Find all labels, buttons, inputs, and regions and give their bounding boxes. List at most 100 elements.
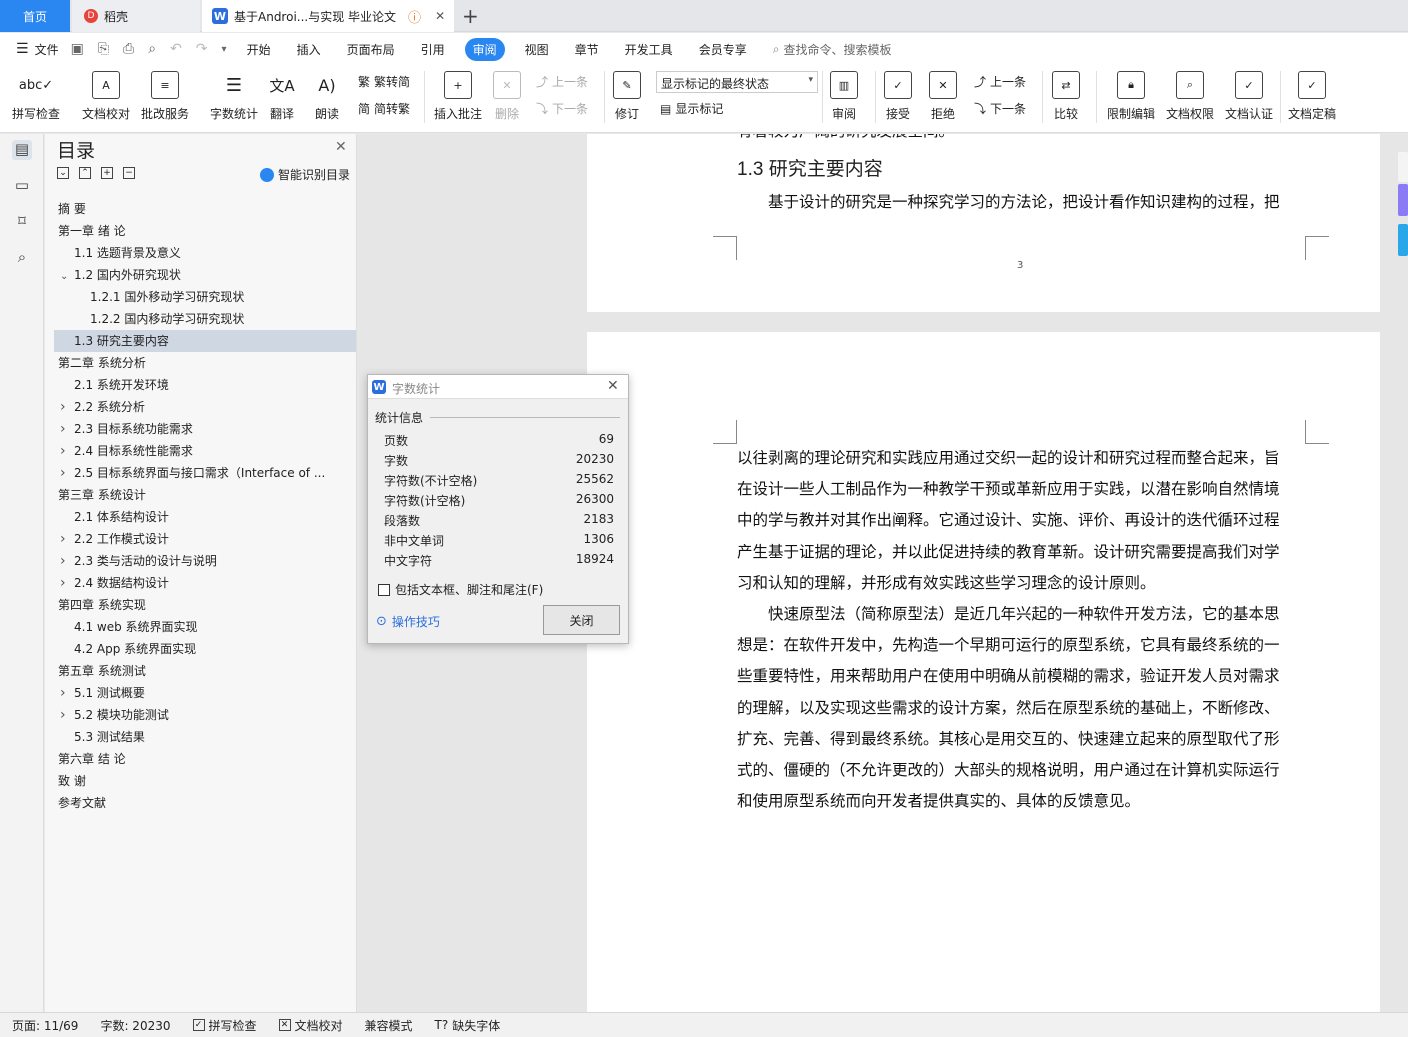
toc-item[interactable]: 1.1 选题背景及意义 <box>54 242 356 264</box>
review-pane-button[interactable]: ▥ 审阅 <box>830 71 858 122</box>
output-icon[interactable]: ⎘ <box>98 41 109 57</box>
toc-item[interactable]: 5.3 测试结果 <box>54 726 356 748</box>
read-aloud-button[interactable]: A) 朗读 <box>313 71 341 122</box>
toc-item[interactable]: 1.2.2 国内移动学习研究现状 <box>54 308 356 330</box>
toc-item[interactable]: › 2.3 目标系统功能需求 <box>54 418 356 440</box>
find-icon[interactable]: ⌕ <box>12 248 32 268</box>
paragraph-line[interactable]: 些重要特性，用来帮助用户在使用中明确从前模糊的需求，验证开发人员对需求 <box>737 661 1280 692</box>
doc-cert-button[interactable]: ✓ 文档认证 <box>1225 71 1273 122</box>
menu-member[interactable]: 会员专享 <box>699 41 747 58</box>
menu-view[interactable]: 视图 <box>525 41 549 58</box>
page-indicator[interactable]: 页面: 11/69 <box>12 1017 78 1034</box>
menu-dev-tools[interactable]: 开发工具 <box>625 41 673 58</box>
navigation-icon[interactable]: ▭ <box>12 176 32 196</box>
toc-item[interactable]: › 2.4 数据结构设计 <box>54 572 356 594</box>
next-change-button[interactable]: ⤵ 下一条 <box>974 100 1026 117</box>
chevron-down-icon[interactable]: ⌄ <box>60 266 74 286</box>
markup-mode-select[interactable]: 显示标记的最终状态 ▾ <box>656 71 818 93</box>
toc-item[interactable]: › 2.3 类与活动的设计与说明 <box>54 550 356 572</box>
reject-button[interactable]: ✕ 拒绝 <box>929 71 957 122</box>
review-service-button[interactable]: ≡ 批改服务 <box>141 71 189 122</box>
prev-change-button[interactable]: ⤴ 上一条 <box>974 73 1026 90</box>
toc-item[interactable]: › 2.2 系统分析 <box>54 396 356 418</box>
doc-proof-button[interactable]: A 文档校对 <box>82 71 130 122</box>
toc-item[interactable]: 4.2 App 系统界面实现 <box>54 638 356 660</box>
translate-button[interactable]: 文A 翻译 <box>268 71 296 122</box>
toc-item[interactable]: › 5.1 测试概要 <box>54 682 356 704</box>
menu-review[interactable]: 审阅 <box>464 37 505 61</box>
track-changes-button[interactable]: ✎ 修订 <box>613 71 641 122</box>
toc-item[interactable]: ⌄第三章 系统设计 <box>54 484 356 506</box>
print-preview-icon[interactable]: ⌕ <box>148 41 156 57</box>
accept-button[interactable]: ✓ 接受 <box>884 71 912 122</box>
tips-link[interactable]: ⊙ 操作技巧 <box>376 613 440 630</box>
toc-item[interactable]: ⌄第四章 系统实现 <box>54 594 356 616</box>
chevron-right-icon[interactable]: › <box>60 440 74 462</box>
paragraph-line[interactable]: 中的学与教并对其作出阐释。它通过设计、实施、评价、再设计的迭代循环过程 <box>737 505 1280 536</box>
menu-insert[interactable]: 插入 <box>297 41 321 58</box>
expand-icon[interactable]: ⌄ <box>57 167 69 179</box>
paragraph-line[interactable]: 基于设计的研究是一种探究学习的方法论，把设计看作知识建构的过程，把 <box>768 187 1280 218</box>
chevron-right-icon[interactable]: › <box>60 550 74 572</box>
doc-permission-button[interactable]: ⌕ 文档权限 <box>1166 71 1214 122</box>
menu-start[interactable]: 开始 <box>247 41 271 58</box>
word-count-button[interactable]: ☰ 字数统计 <box>210 71 258 122</box>
toc-item[interactable]: 2.1 系统开发环境 <box>54 374 356 396</box>
spell-check-status[interactable]: ✓ 拼写检查 <box>192 1017 257 1034</box>
smart-toc-button[interactable]: 智能识别目录 <box>260 166 350 183</box>
redo-icon[interactable]: ↷ <box>196 41 208 57</box>
restrict-edit-button[interactable]: 🔒︎ 限制编辑 <box>1107 71 1155 122</box>
toc-item[interactable]: 1.3 研究主要内容 <box>54 330 356 352</box>
toc-item[interactable]: › 2.2 工作模式设计 <box>54 528 356 550</box>
toc-item[interactable]: 1.2.1 国外移动学习研究现状 <box>54 286 356 308</box>
menu-icon[interactable]: ☰ <box>16 41 29 57</box>
show-markup-button[interactable]: ▤ 显示标记 <box>660 100 723 117</box>
side-tab-purple[interactable] <box>1398 184 1408 216</box>
tab-daoke[interactable]: D 稻壳 <box>72 0 200 32</box>
collapse-icon[interactable]: ⌃ <box>79 167 91 179</box>
tab-home[interactable]: 首页 <box>0 0 70 32</box>
customize-icon[interactable]: ▾ <box>222 44 227 55</box>
side-tab-blue[interactable] <box>1398 224 1408 256</box>
trad-to-simp-button[interactable]: 繁繁转简 <box>358 73 410 90</box>
file-menu[interactable]: 文件 <box>35 41 59 58</box>
proof-status[interactable]: ✕ 文档校对 <box>278 1017 343 1034</box>
paragraph-line[interactable]: 以往剥离的理论研究和实践应用通过交织一起的设计和研究过程而整合起来，旨 <box>737 443 1280 474</box>
chevron-right-icon[interactable]: › <box>60 528 74 550</box>
toc-item[interactable]: ⌄第五章 系统测试 <box>54 660 356 682</box>
paragraph-line[interactable]: 和使用原型系统而向开发者提供真实的、具体的反馈意见。 <box>737 786 1140 817</box>
missing-font-status[interactable]: T? 缺失字体 <box>435 1017 501 1034</box>
save-icon[interactable]: ▣ <box>71 41 84 57</box>
close-icon[interactable]: ✕ <box>335 139 347 155</box>
toc-panel-icon[interactable]: ▤ <box>12 140 32 160</box>
paragraph-line[interactable]: 快速原型法（简称原型法）是近几年兴起的一种软件开发方法，它的基本思 <box>768 599 1280 630</box>
close-icon[interactable]: ✕ <box>607 378 619 394</box>
spell-check-button[interactable]: abc✓ 拼写检查 <box>12 71 60 122</box>
menu-reference[interactable]: 引用 <box>421 41 445 58</box>
toc-item[interactable]: 参考文献 <box>54 792 356 814</box>
finalize-button[interactable]: ✓ 文档定稿 <box>1288 71 1336 122</box>
paragraph-line[interactable]: 想是：在软件开发中，先构造一个早期可运行的原型系统，它具有最终系统的一 <box>737 630 1280 661</box>
toc-item[interactable]: ⌄第二章 系统分析 <box>54 352 356 374</box>
paragraph-line[interactable]: 产生基于证据的理论，并以此促进持续的教育革新。设计研究需要提高我们对学 <box>737 537 1280 568</box>
undo-icon[interactable]: ↶ <box>170 41 182 57</box>
toc-item[interactable]: 摘 要 <box>54 198 356 220</box>
close-button[interactable]: 关闭 <box>543 605 620 635</box>
print-icon[interactable]: ⎙ <box>123 41 134 57</box>
prev-comment-button[interactable]: ⤴ 上一条 <box>536 73 588 90</box>
paragraph-line[interactable]: 扩充、完善、得到最终系统。其核心是用交互的、快速建立起来的原型取代了形 <box>737 724 1280 755</box>
include-textbox-checkbox[interactable]: 包括文本框、脚注和尾注(F) <box>378 581 543 598</box>
close-tab-icon[interactable]: ✕ <box>435 9 445 23</box>
toc-item[interactable]: › 2.5 目标系统界面与接口需求（Interface of ... <box>54 462 356 484</box>
next-comment-button[interactable]: ⤵ 下一条 <box>536 100 588 117</box>
remove-icon[interactable]: − <box>123 167 135 179</box>
word-count-indicator[interactable]: 字数: 20230 <box>100 1017 170 1034</box>
command-search-input[interactable]: 查找命令、搜索模板 <box>783 41 891 58</box>
chevron-right-icon[interactable]: › <box>60 682 74 704</box>
simp-to-trad-button[interactable]: 简简转繁 <box>358 100 410 117</box>
paragraph-line[interactable]: 习和认知的理解，并形成有效实践这些学习理念的设计原则。 <box>737 568 1156 599</box>
chevron-right-icon[interactable]: › <box>60 396 74 418</box>
section-heading[interactable]: 1.3 研究主要内容 <box>737 154 883 181</box>
toc-item[interactable]: › 2.4 目标系统性能需求 <box>54 440 356 462</box>
insert-comment-button[interactable]: + 插入批注 <box>434 71 482 122</box>
